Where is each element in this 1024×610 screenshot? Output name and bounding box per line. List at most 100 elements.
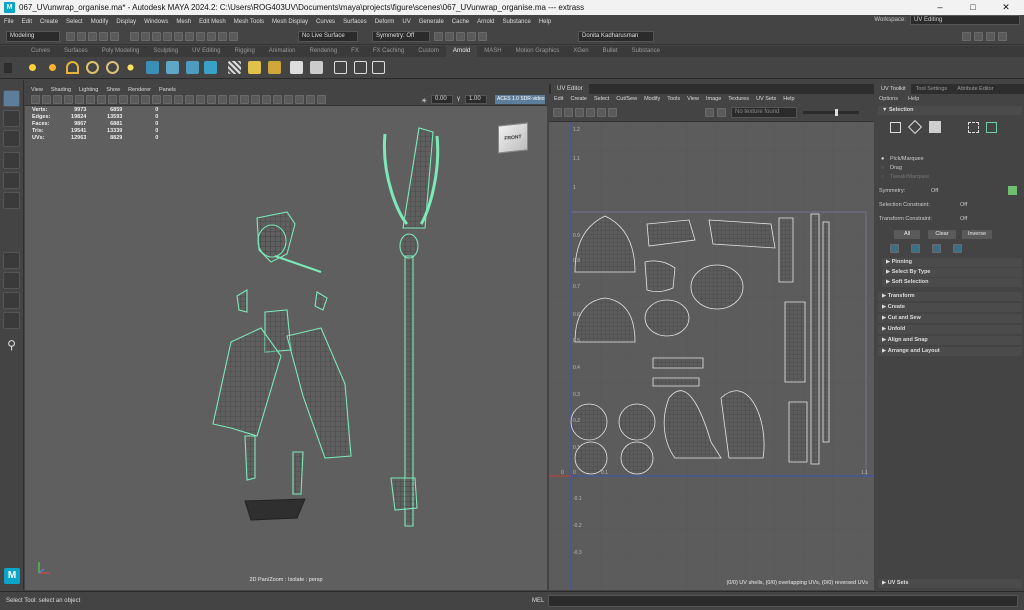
- shelf-tab-rendering[interactable]: Rendering: [302, 46, 344, 57]
- uv-checker-icon[interactable]: [597, 108, 606, 117]
- ambient-occlusion-icon[interactable]: [240, 95, 249, 104]
- tx-manager-icon[interactable]: [228, 61, 241, 74]
- uv-menu-select[interactable]: Select: [594, 96, 609, 102]
- wireframe-on-shaded-icon[interactable]: [196, 95, 205, 104]
- flush-cache-icon[interactable]: [248, 61, 261, 74]
- snap-point-icon[interactable]: [218, 32, 227, 41]
- select-component-icon[interactable]: [152, 32, 161, 41]
- channel-box-toggle-icon[interactable]: [998, 32, 1007, 41]
- depth-of-field-icon[interactable]: [273, 95, 282, 104]
- vertex-mask-icon[interactable]: [163, 32, 172, 41]
- open-scene-icon[interactable]: [77, 32, 86, 41]
- uv-menu-modify[interactable]: Modify: [644, 96, 660, 102]
- menu-display[interactable]: Display: [116, 19, 136, 25]
- menu-windows[interactable]: Windows: [144, 19, 168, 25]
- menu-select[interactable]: Select: [66, 19, 83, 25]
- uv-selection-grid-icon[interactable]: [986, 122, 997, 133]
- ipr-render-icon[interactable]: [445, 32, 454, 41]
- field-chart-icon[interactable]: [141, 95, 150, 104]
- subsection-soft-selection[interactable]: ▶ Soft Selection: [882, 278, 1022, 287]
- grow-selection-icon[interactable]: [911, 244, 920, 253]
- menu-mesh-tools[interactable]: Mesh Tools: [234, 19, 264, 25]
- motion-blur-icon[interactable]: [251, 95, 260, 104]
- select-tool-icon[interactable]: [3, 90, 20, 107]
- wireframe-icon[interactable]: [174, 95, 183, 104]
- shelf-tab-arnold[interactable]: Arnold: [445, 46, 478, 57]
- volume-icon[interactable]: [166, 61, 179, 74]
- shelf-tab-poly-modeling[interactable]: Poly Modeling: [95, 46, 147, 57]
- resolution-gate-icon[interactable]: [119, 95, 128, 104]
- lasso-tool-icon[interactable]: [3, 110, 20, 127]
- safe-title-icon[interactable]: [163, 95, 172, 104]
- texture-dropdown[interactable]: No texture found: [731, 107, 797, 118]
- section-uv-sets[interactable]: ▶ UV Sets: [878, 579, 1022, 588]
- menu-uv[interactable]: UV: [402, 19, 410, 25]
- uv-edge-mode-icon[interactable]: [907, 119, 923, 135]
- section-align-and-snap[interactable]: ▶ Align and Snap: [878, 336, 1022, 345]
- viewport-menu-lighting[interactable]: Lighting: [79, 87, 98, 93]
- uv-shaded-icon[interactable]: [564, 108, 573, 117]
- camera-attributes-icon[interactable]: [42, 95, 51, 104]
- section-arrange-and-layout[interactable]: ▶ Arrange and Layout: [878, 347, 1022, 356]
- tab-tool-settings[interactable]: Tool Settings: [911, 84, 953, 94]
- select-shell-icon[interactable]: [953, 244, 962, 253]
- shelf-tab-curves[interactable]: Curves: [24, 46, 57, 57]
- select-all-button[interactable]: All: [894, 230, 920, 239]
- maya-home-icon[interactable]: M: [4, 568, 20, 584]
- curve-collector-icon[interactable]: [186, 61, 199, 74]
- play-render-icon[interactable]: [372, 61, 385, 74]
- inverse-selection-button[interactable]: Inverse: [962, 230, 992, 239]
- shelf-tab-fx[interactable]: FX: [344, 46, 366, 57]
- mesh-light-icon[interactable]: [46, 61, 59, 74]
- shrink-selection-icon[interactable]: [890, 244, 899, 253]
- shelf-tab-bullet[interactable]: Bullet: [596, 46, 625, 57]
- maximize-icon[interactable]: □: [957, 0, 989, 15]
- symmetry-value[interactable]: Off: [931, 188, 938, 194]
- uv-snapshot-icon[interactable]: [608, 108, 617, 117]
- menu-generate[interactable]: Generate: [419, 19, 444, 25]
- uv-menu-create[interactable]: Create: [570, 96, 587, 102]
- section-cut-and-sew[interactable]: ▶ Cut and Sew: [878, 314, 1022, 323]
- texture-filter-icon[interactable]: [717, 108, 726, 117]
- uv-texture-space[interactable]: 1.2 1.1 1 0.9 0.8 0.7 0.6 0.5 0.4 0.3 0.…: [549, 122, 874, 590]
- menu-surfaces[interactable]: Surfaces: [343, 19, 367, 25]
- tab-uv-toolkit[interactable]: UV Toolkit: [876, 84, 911, 94]
- shadows-icon[interactable]: [229, 95, 238, 104]
- render-frame-icon[interactable]: [434, 32, 443, 41]
- uv-menu-image[interactable]: Image: [706, 96, 721, 102]
- toolkit-menu-help[interactable]: Help: [908, 96, 919, 102]
- uv-vertex-mode-icon[interactable]: [890, 122, 901, 133]
- menu-cache[interactable]: Cache: [452, 19, 469, 25]
- two-pane-layout-icon[interactable]: [3, 292, 20, 309]
- textured-icon[interactable]: [207, 95, 216, 104]
- texture-opacity-slider[interactable]: [803, 109, 859, 116]
- viewport-menu-shading[interactable]: Shading: [51, 87, 71, 93]
- clear-selection-button[interactable]: Clear: [928, 230, 956, 239]
- color-space-dropdown[interactable]: ACES 1.0 SDR-video: [495, 95, 545, 104]
- selection-constraint-value[interactable]: Off: [960, 202, 967, 208]
- uv-shell-mode-icon[interactable]: [968, 122, 979, 133]
- undo-icon[interactable]: [99, 32, 108, 41]
- tab-attribute-editor[interactable]: Attribute Editor: [952, 84, 998, 94]
- menu-curves[interactable]: Curves: [316, 19, 335, 25]
- bookmark-icon[interactable]: [53, 95, 62, 104]
- toolkit-menu-options[interactable]: Options: [879, 96, 898, 102]
- uv-menu-textures[interactable]: Textures: [728, 96, 749, 102]
- select-hierarchy-icon[interactable]: [130, 32, 139, 41]
- license-icon[interactable]: [268, 61, 281, 74]
- snapshot-icon[interactable]: [354, 61, 367, 74]
- menu-edit-mesh[interactable]: Edit Mesh: [199, 19, 226, 25]
- uv-face-mode-icon[interactable]: [929, 121, 941, 133]
- aov-icon[interactable]: [290, 61, 303, 74]
- smooth-shade-icon[interactable]: [185, 95, 194, 104]
- symmetry-toggle-icon[interactable]: [1008, 186, 1017, 195]
- uv-menu-help[interactable]: Help: [783, 96, 794, 102]
- shelf-tab-xgen[interactable]: XGen: [566, 46, 595, 57]
- redo-icon[interactable]: [110, 32, 119, 41]
- shelf-tab-rigging[interactable]: Rigging: [227, 46, 261, 57]
- menu-file[interactable]: File: [4, 19, 14, 25]
- edge-mask-icon[interactable]: [174, 32, 183, 41]
- skydome-light-icon[interactable]: [86, 61, 99, 74]
- gamma-field[interactable]: 1.00: [465, 95, 487, 104]
- shelf-tab-animation[interactable]: Animation: [262, 46, 303, 57]
